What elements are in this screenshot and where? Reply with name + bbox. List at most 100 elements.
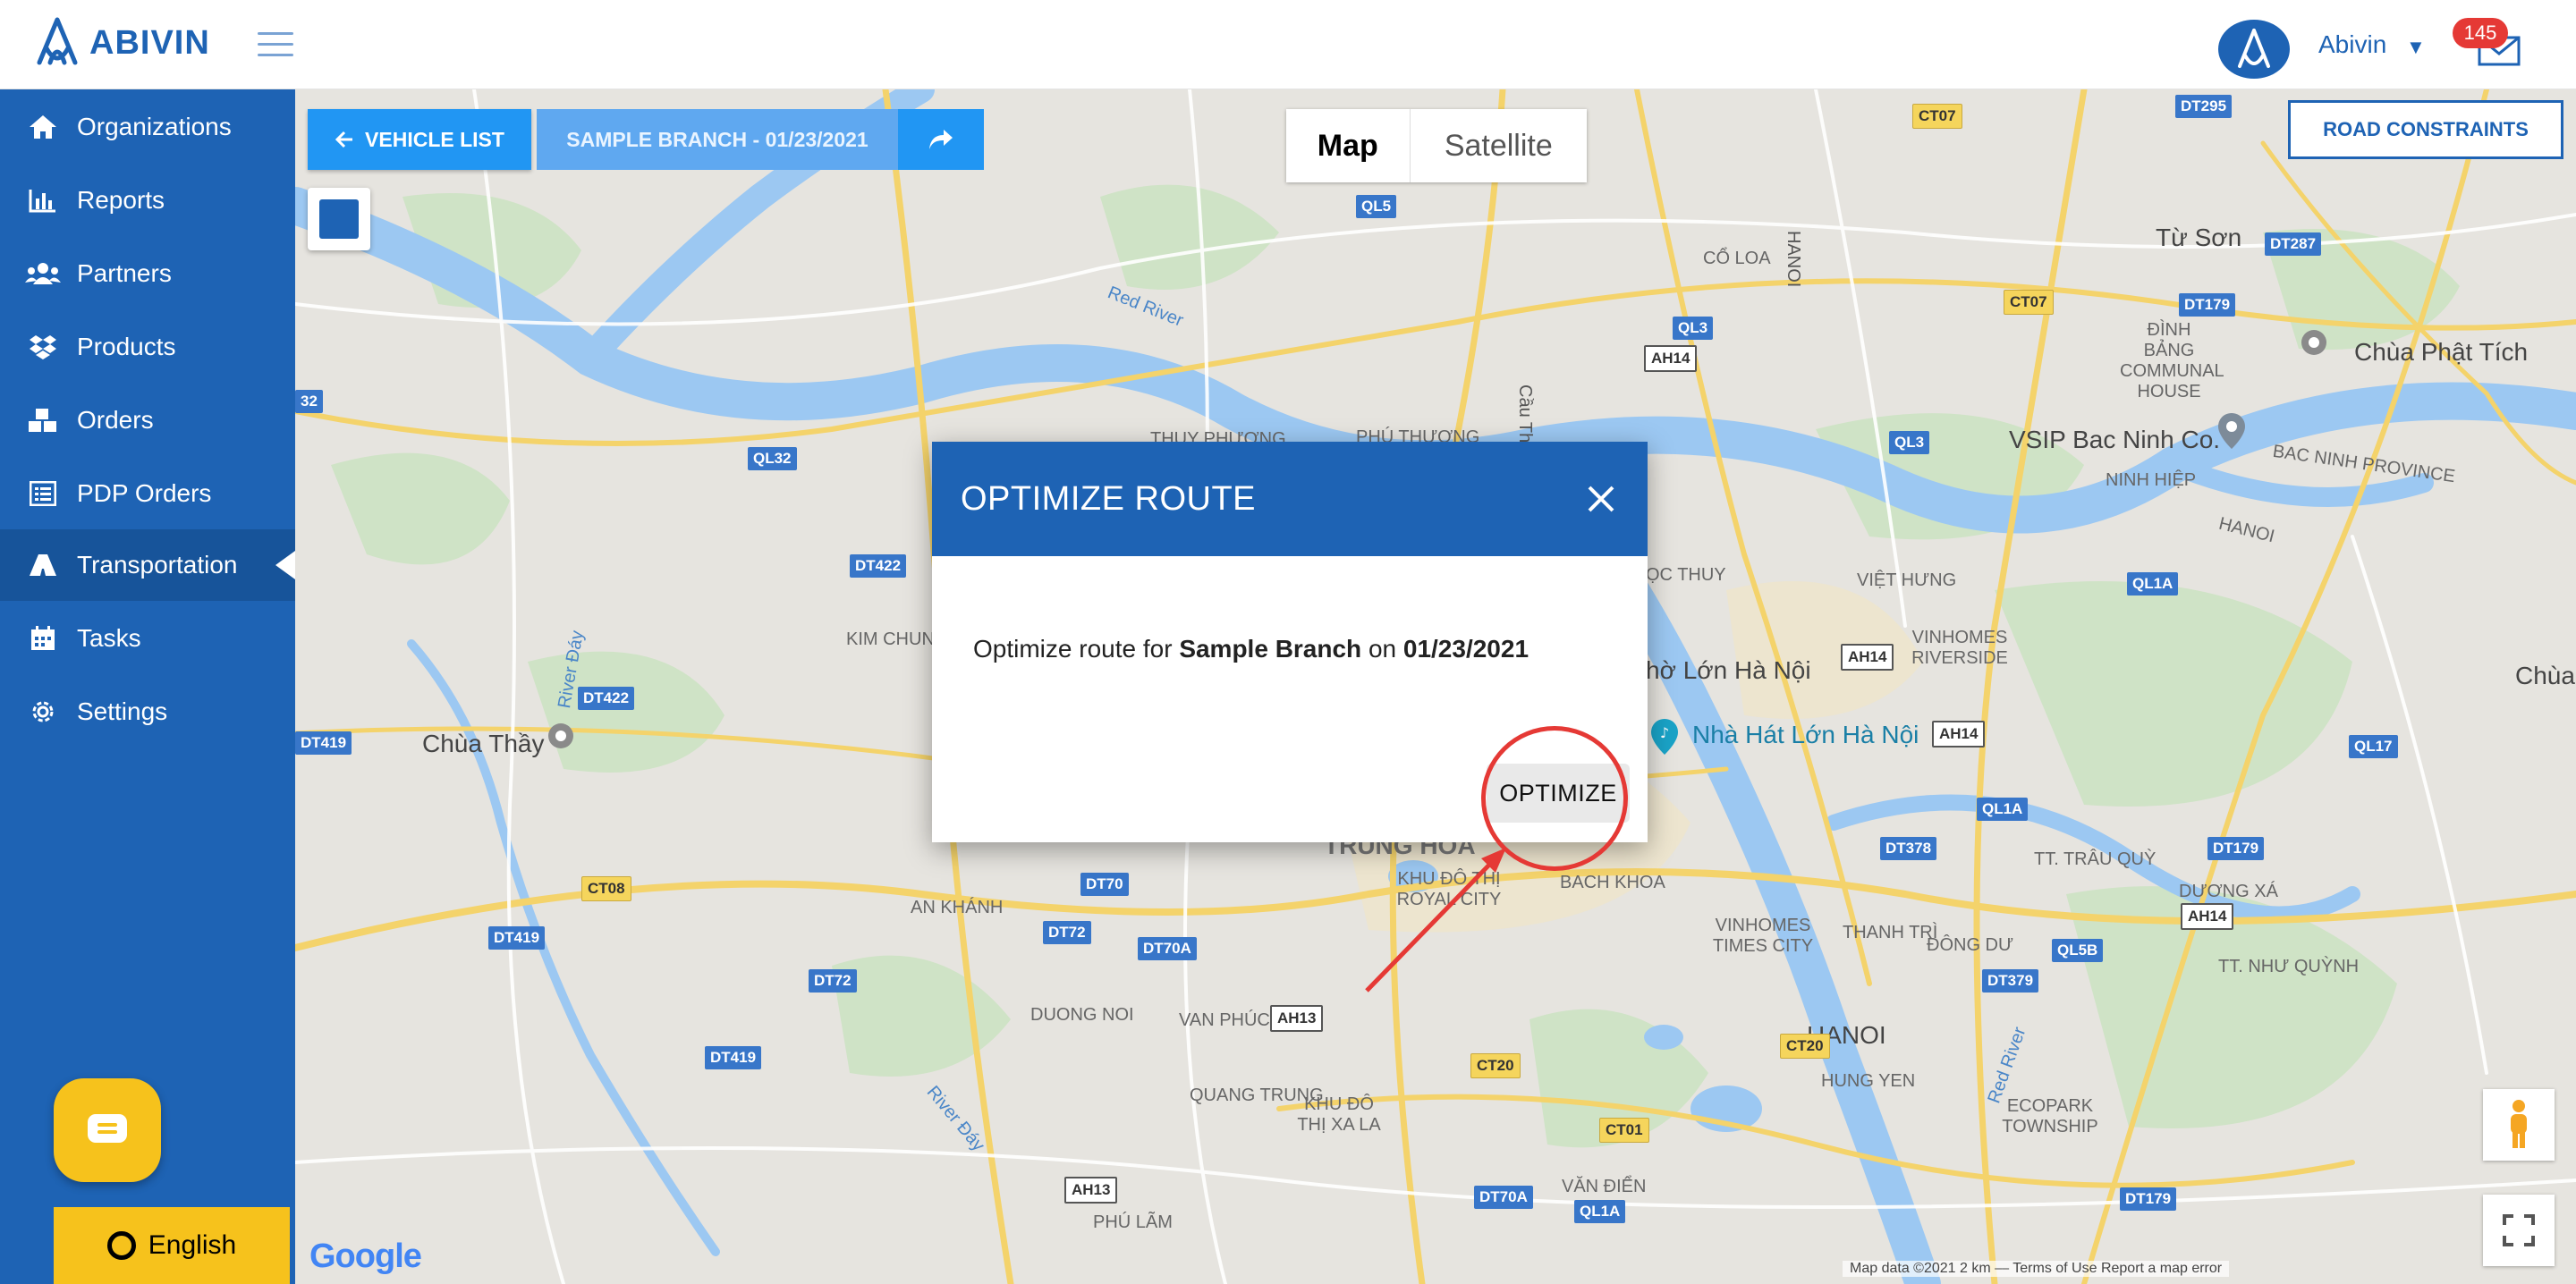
sidebar-item-label: Settings xyxy=(77,697,168,725)
map-label-ninh-hiep: NINH HIỆP xyxy=(2106,470,2197,490)
dialog-date: 01/23/2021 xyxy=(1402,635,1530,663)
dialog-text-mid: on xyxy=(1361,635,1403,663)
map-label-viet-hung: VIỆT HƯNG xyxy=(1857,570,1957,590)
road-icon xyxy=(25,551,61,579)
calendar-icon xyxy=(25,624,61,653)
map-label-dinh-bang: ĐÌNH BẢNG COMMUNAL HOUSE xyxy=(2120,320,2224,401)
map-type-map[interactable]: Map xyxy=(1286,109,1411,182)
brand-name: ABIVIN xyxy=(89,23,210,62)
sidebar-item-label: Orders xyxy=(77,406,154,434)
sidebar-item-pdp-orders[interactable]: PDP Orders xyxy=(0,458,295,529)
road-shield: QL3 xyxy=(1889,431,1930,454)
sidebar-item-label: Transportation xyxy=(77,551,238,579)
road-shield: QL5B xyxy=(2052,939,2104,962)
map-attribution[interactable]: Map data ©2021 2 km ⎯⎯ Terms of Use Repo… xyxy=(1843,1261,2230,1277)
road-shield: DT422 xyxy=(850,554,907,578)
sidebar: Organizations Reports Partners Products … xyxy=(0,89,295,1284)
map-label-vsip: VSIP Bac Ninh Co. xyxy=(2009,426,2221,453)
road-shield: DT70A xyxy=(1474,1186,1533,1209)
map-label-van-dien: VĂN ĐIỂN xyxy=(1562,1177,1647,1196)
map-label-dong-du: ĐÔNG DƯ xyxy=(1927,935,2014,955)
map-label-duong-noi: DUONG NOI xyxy=(1030,1005,1134,1025)
brand-logo[interactable]: ABIVIN xyxy=(34,14,210,72)
road-shield: AH14 xyxy=(2181,903,2234,930)
map-type-satellite[interactable]: Satellite xyxy=(1411,109,1587,182)
google-logo: Google xyxy=(309,1238,422,1275)
abivin-logo-icon xyxy=(37,17,78,65)
layer-toggle-button[interactable] xyxy=(308,188,370,250)
road-shield: AH14 xyxy=(1644,345,1698,372)
sidebar-item-settings[interactable]: Settings xyxy=(0,676,295,748)
gear-icon xyxy=(25,697,61,726)
map-label-phu-lam: PHÚ LÃM xyxy=(1093,1212,1173,1232)
dropbox-icon xyxy=(25,333,61,361)
map-label-tt-trau-quy: TT. TRÂU QUỲ xyxy=(2034,849,2157,869)
road-shield: DT419 xyxy=(705,1046,762,1069)
road-shield: QL32 xyxy=(748,447,797,470)
chevron-down-icon[interactable]: ▼ xyxy=(2406,36,2426,59)
road-shield: AH13 xyxy=(1064,1177,1118,1204)
temple-pin-icon[interactable] xyxy=(546,721,576,756)
branch-date-label: SAMPLE BRANCH - 01/23/2021 xyxy=(566,127,869,151)
road-shield: DT379 xyxy=(1982,969,2039,993)
share-arrow-icon xyxy=(929,130,953,149)
close-icon[interactable] xyxy=(1583,481,1619,517)
map-label-oc-thuy: ỌC THUY xyxy=(1646,565,1726,585)
vehicle-list-button[interactable]: VEHICLE LIST xyxy=(308,109,531,170)
map-label-chua-thay: Chùa Thầy xyxy=(422,730,545,757)
cubes-icon xyxy=(25,406,61,435)
menu-toggle-icon[interactable] xyxy=(258,32,293,59)
road-shield: DT179 xyxy=(2207,837,2265,860)
sidebar-item-label: PDP Orders xyxy=(77,479,212,507)
road-shield: AH14 xyxy=(1841,644,1894,671)
sidebar-item-organizations[interactable]: Organizations xyxy=(0,91,295,163)
street-view-pegman-icon[interactable] xyxy=(2483,1089,2555,1161)
map-label-duong-xa: DƯƠNG XÁ xyxy=(2179,882,2278,901)
map-label-vinhomes-riverside: VINHOMES RIVERSIDE xyxy=(1911,628,2008,668)
map-label-co-loa: CỔ LOA xyxy=(1703,249,1771,268)
map-label-thanh-tri: THANH TRÌ xyxy=(1843,923,1938,942)
annotation-arrow-icon xyxy=(1365,848,1506,993)
map-type-control: Map Satellite xyxy=(1286,109,1587,182)
arrow-left-icon xyxy=(335,131,353,148)
language-ring-icon xyxy=(106,1231,136,1260)
users-icon xyxy=(25,259,61,288)
svg-text:♪: ♪ xyxy=(1660,724,1669,741)
map-label-nha-hat: Nhà Hát Lớn Hà Nội xyxy=(1692,721,1919,748)
road-shield: DT419 xyxy=(488,926,546,950)
user-name[interactable]: Abivin xyxy=(2318,30,2386,59)
road-shield: DT70 xyxy=(1080,873,1129,896)
language-selector[interactable]: English xyxy=(54,1207,290,1284)
road-shield: CT07 xyxy=(2004,290,2054,315)
sidebar-item-tasks[interactable]: Tasks xyxy=(0,603,295,674)
sidebar-item-transportation[interactable]: Transportation xyxy=(0,529,295,601)
branch-date-button[interactable]: SAMPLE BRANCH - 01/23/2021 xyxy=(537,109,898,170)
dialog-message: Optimize route for Sample Branch on 01/2… xyxy=(932,635,1648,663)
road-shield: QL3 xyxy=(1673,317,1714,340)
road-constraints-button[interactable]: ROAD CONSTRAINTS xyxy=(2288,100,2563,159)
sidebar-item-partners[interactable]: Partners xyxy=(0,238,295,309)
temple-pin-icon[interactable] xyxy=(2299,327,2329,363)
chat-button[interactable] xyxy=(54,1078,161,1182)
road-shield: DT179 xyxy=(2120,1187,2177,1211)
sidebar-item-orders[interactable]: Orders xyxy=(0,384,295,456)
map-label-tu-son: Từ Sơn xyxy=(2156,224,2242,251)
map-label-chua-d: Chùa D xyxy=(2515,662,2576,689)
sidebar-item-products[interactable]: Products xyxy=(0,311,295,383)
fullscreen-icon[interactable] xyxy=(2483,1195,2555,1266)
home-icon xyxy=(25,113,61,141)
music-pin-icon[interactable]: ♪ xyxy=(1649,717,1680,756)
avatar[interactable] xyxy=(2218,20,2290,79)
road-shield: QL1A xyxy=(1574,1200,1626,1223)
road-shield: AH14 xyxy=(1932,721,1986,748)
map-label-an-khanh: AN KHÁNH xyxy=(911,898,1004,917)
map-label-xa-la: KHU ĐÔ THỊ XA LA xyxy=(1297,1094,1381,1135)
sidebar-item-reports[interactable]: Reports xyxy=(0,165,295,236)
map-label-tt-nhu-quynh: TT. NHƯ QUỲNH xyxy=(2218,957,2360,976)
share-button[interactable] xyxy=(898,109,984,170)
road-shield: DT419 xyxy=(295,731,352,755)
location-pin-icon[interactable] xyxy=(2216,411,2247,451)
bar-chart-icon xyxy=(25,186,61,215)
vehicle-list-label: VEHICLE LIST xyxy=(365,127,504,151)
sidebar-item-label: Partners xyxy=(77,259,172,287)
